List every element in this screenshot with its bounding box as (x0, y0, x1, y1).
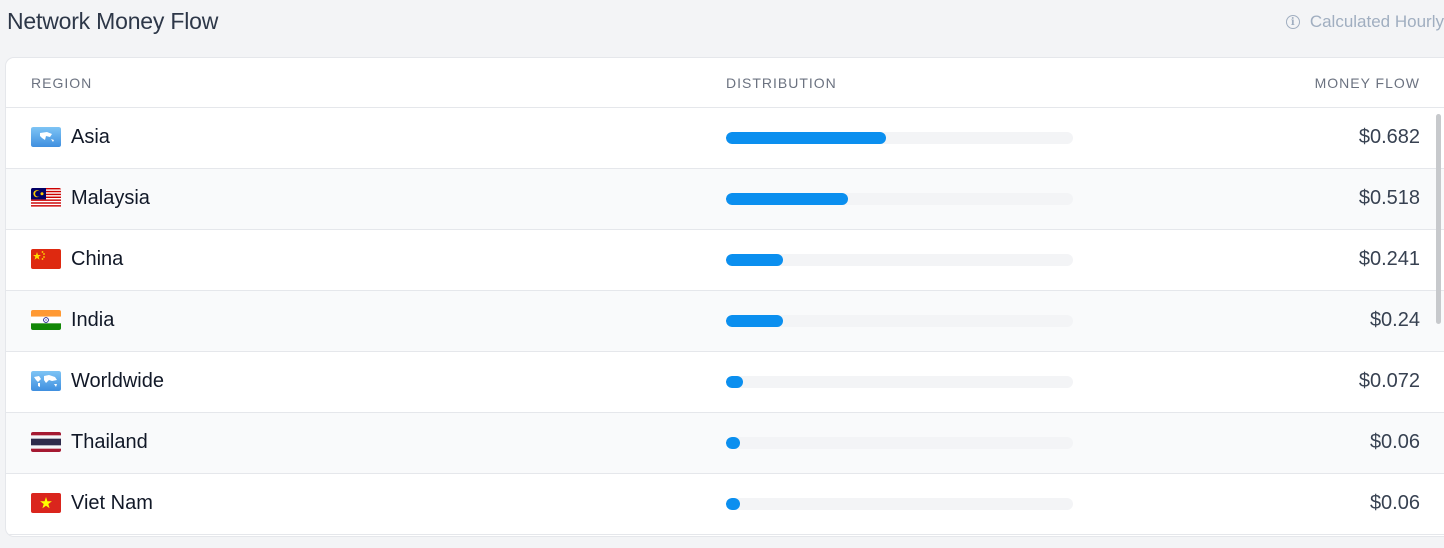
column-header-region[interactable]: REGION (31, 75, 92, 91)
world-map-flag-icon (31, 371, 61, 391)
region-name: Malaysia (71, 187, 150, 209)
china-flag-icon (31, 249, 61, 269)
money-flow-value: $0.241 (1358, 248, 1420, 270)
region-name: Thailand (71, 431, 148, 453)
distribution-bar-fill (726, 376, 743, 388)
region-name: Worldwide (71, 370, 164, 392)
table-row[interactable]: Asia $0.682 (6, 108, 1444, 169)
distribution-bar (726, 315, 1073, 327)
distribution-bar (726, 132, 1073, 144)
asia-globe-flag-icon (31, 127, 61, 147)
table-row[interactable]: Malaysia $0.518 (6, 169, 1444, 230)
malaysia-flag-icon (31, 188, 61, 208)
calculation-note-label: Calculated Hourly (1309, 12, 1444, 31)
money-flow-value: $0.518 (1358, 187, 1420, 209)
distribution-bar (726, 193, 1073, 205)
region-name: Viet Nam (71, 492, 153, 514)
money-flow-value: $0.06 (1369, 492, 1420, 514)
region-name: China (71, 248, 124, 270)
info-icon[interactable]: i (1285, 15, 1300, 29)
distribution-bar-fill (726, 498, 741, 510)
region-name: Asia (71, 126, 110, 148)
distribution-bar-fill (726, 315, 783, 327)
page-title: Network Money Flow (7, 8, 219, 34)
distribution-bar (726, 376, 1073, 388)
column-header-distribution[interactable]: DISTRIBUTION (726, 75, 837, 91)
vertical-scrollbar[interactable] (1436, 114, 1441, 324)
distribution-bar (726, 254, 1073, 266)
table-row[interactable]: Thailand $0.06 (6, 413, 1444, 474)
table-header: REGION DISTRIBUTION MONEY FLOW (6, 58, 1444, 108)
thailand-flag-icon (31, 432, 61, 452)
money-flow-table: REGION DISTRIBUTION MONEY FLOW Asia $0.68… (6, 58, 1444, 536)
viet-nam-flag-icon (31, 493, 61, 513)
money-flow-value: $0.682 (1358, 126, 1420, 148)
calculation-note: i Calculated Hourly (1285, 12, 1444, 32)
table-row[interactable]: Viet Nam $0.06 (6, 474, 1444, 535)
table-row[interactable]: China $0.241 (6, 230, 1444, 291)
india-flag-icon (31, 310, 61, 330)
distribution-bar-fill (726, 193, 848, 205)
distribution-bar (726, 498, 1073, 510)
table-row[interactable]: India $0.24 (6, 291, 1444, 352)
distribution-bar (726, 437, 1073, 449)
distribution-bar-fill (726, 132, 887, 144)
money-flow-value: $0.06 (1369, 431, 1420, 453)
distribution-bar-fill (726, 254, 783, 266)
table-row[interactable]: Worldwide $0.072 (6, 352, 1444, 413)
distribution-bar-fill (726, 437, 741, 449)
region-name: India (71, 309, 115, 331)
money-flow-value: $0.24 (1369, 309, 1420, 331)
column-header-money-flow[interactable]: MONEY FLOW (1315, 75, 1420, 91)
money-flow-value: $0.072 (1358, 370, 1420, 392)
